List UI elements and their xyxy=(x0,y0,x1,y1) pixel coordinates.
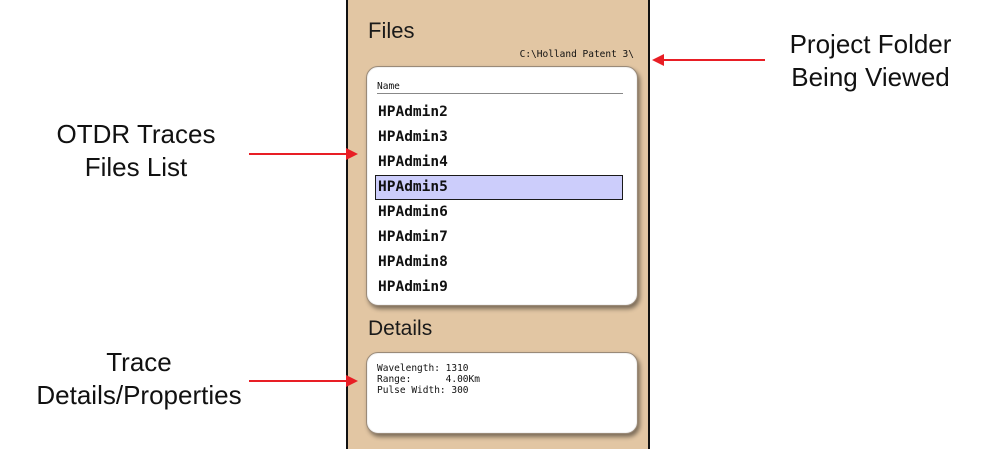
traces-list-callout: OTDR Traces Files List xyxy=(56,119,216,182)
traces-list-arrow-line xyxy=(249,153,348,155)
files-list-card: Name HPAdmin2 HPAdmin3 HPAdmin4 HPAdmin5… xyxy=(366,66,638,306)
range-line: Range: 4.00Km xyxy=(377,374,480,385)
wavelength-line: Wavelength: 1310 xyxy=(377,363,469,374)
file-list-item[interactable]: HPAdmin6 xyxy=(375,200,623,225)
project-folder-callout: Project Folder Being Viewed xyxy=(789,29,952,92)
arrow-head-right-icon xyxy=(346,148,358,160)
project-folder-path: C:\Holland Patent 3\ xyxy=(519,49,634,60)
project-folder-arrow-line xyxy=(664,59,765,61)
trace-details-callout: Trace Details/Properties xyxy=(36,347,242,410)
file-list-item[interactable]: HPAdmin7 xyxy=(375,225,623,250)
arrow-head-right-icon xyxy=(346,375,358,387)
file-list-item-selected[interactable]: HPAdmin5 xyxy=(375,175,623,200)
arrow-head-left-icon xyxy=(652,54,664,66)
name-column-header[interactable]: Name xyxy=(377,81,623,94)
file-list-item[interactable]: HPAdmin8 xyxy=(375,250,623,275)
pulse-width-line: Pulse Width: 300 xyxy=(377,385,469,396)
file-list: HPAdmin2 HPAdmin3 HPAdmin4 HPAdmin5 HPAd… xyxy=(375,100,623,300)
file-list-item[interactable]: HPAdmin2 xyxy=(375,100,623,125)
details-section-title: Details xyxy=(368,317,433,340)
file-list-item[interactable]: HPAdmin4 xyxy=(375,150,623,175)
details-card: Wavelength: 1310 Range: 4.00Km Pulse Wid… xyxy=(366,352,638,434)
trace-details-arrow-line xyxy=(249,380,348,382)
file-list-item[interactable]: HPAdmin3 xyxy=(375,125,623,150)
file-list-item[interactable]: HPAdmin9 xyxy=(375,275,623,300)
files-section-title: Files xyxy=(368,18,415,43)
otdr-file-browser-panel: Files C:\Holland Patent 3\ Name HPAdmin2… xyxy=(346,0,650,449)
details-properties: Wavelength: 1310 Range: 4.00Km Pulse Wid… xyxy=(377,363,480,396)
